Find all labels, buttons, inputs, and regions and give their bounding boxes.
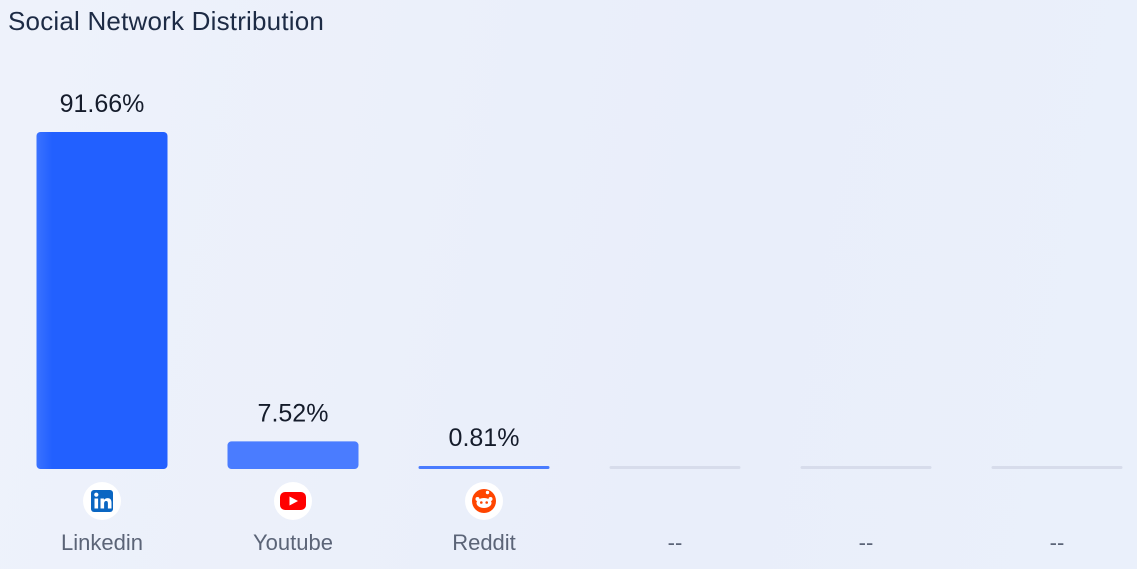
category-label: Reddit (452, 530, 516, 555)
category-label: -- (668, 530, 683, 555)
reddit-icon (465, 482, 503, 520)
bar-placeholder (800, 466, 932, 469)
bar-placeholder (609, 466, 741, 469)
category-label: Linkedin (61, 530, 143, 555)
category-label: Youtube (253, 530, 333, 555)
youtube-icon (274, 482, 312, 520)
value-label-reddit: 0.81% (449, 424, 520, 452)
category-label: -- (859, 530, 874, 555)
bar-linkedin (36, 132, 168, 469)
value-label-youtube: 7.52% (258, 399, 329, 427)
bar-chart-svg: 91.66% Linkedin 7.52% Youtube 0.81% Reddit -- -… (36, 90, 1123, 555)
bar-chart: 91.66% Linkedin 7.52% Youtube 0.81% Reddit -- -… (0, 0, 1137, 569)
bar-youtube (227, 441, 359, 469)
category-label: -- (1050, 530, 1065, 555)
linkedin-icon (83, 482, 121, 520)
value-label-linkedin: 91.66% (60, 90, 145, 118)
bar-reddit (418, 466, 550, 469)
bar-placeholder (991, 466, 1123, 469)
